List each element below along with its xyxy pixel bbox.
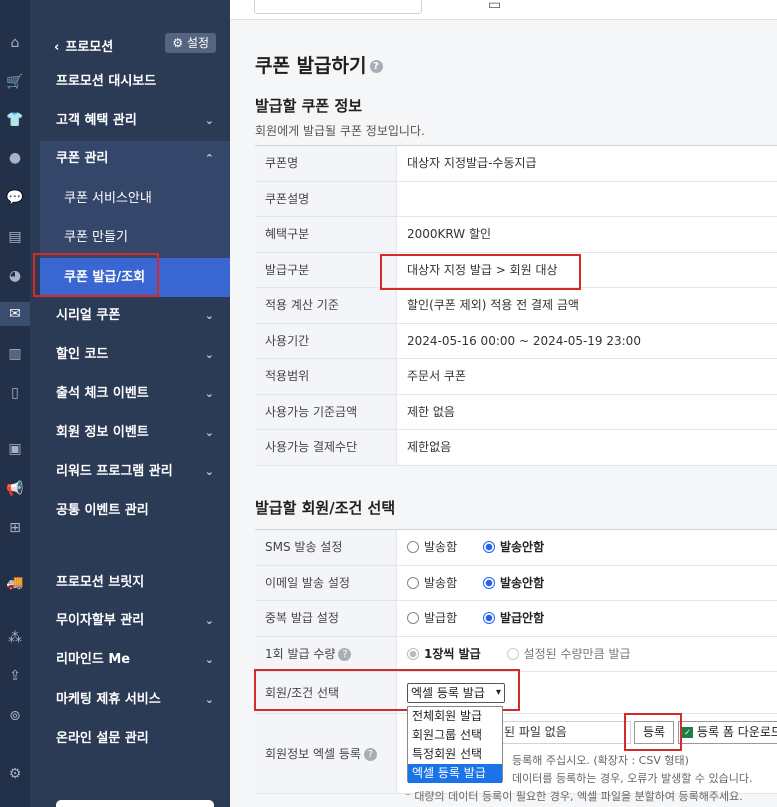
- highlight-register-button: [624, 713, 682, 751]
- help-icon[interactable]: ?: [363, 748, 377, 761]
- help-icon[interactable]: ?: [338, 647, 352, 661]
- sidebar-item-coupon-guide[interactable]: 쿠폰 서비스안내: [40, 181, 230, 217]
- table-row: 사용가능 기준금액 제한 없음: [255, 394, 777, 430]
- sidebar-item-coupon-management[interactable]: 쿠폰 관리 ⌃: [40, 141, 230, 177]
- store-add-icon[interactable]: ⊞: [0, 516, 30, 540]
- promotion-icon[interactable]: ✉: [0, 302, 30, 326]
- chevron-down-icon: ⌄: [204, 426, 214, 439]
- table-row: SMS 발송 설정 발송함 발송안함: [255, 530, 777, 566]
- sidebar-item-marketing-partner[interactable]: 마케팅 제휴 서비스 ⌄: [40, 682, 230, 718]
- book-icon[interactable]: ▯: [0, 381, 30, 405]
- table-row: 사용기간 2024-05-16 00:00 ~ 2024-05-19 23:00: [255, 323, 777, 359]
- table-row: 사용가능 결제수단 제한없음: [255, 430, 777, 466]
- coupon-section-desc: 회원에게 발급될 쿠폰 정보입니다.: [255, 124, 425, 138]
- sidebar-footer-card[interactable]: [56, 800, 214, 807]
- chevron-left-icon: ‹: [54, 40, 60, 55]
- user-icon[interactable]: ●: [0, 146, 30, 170]
- sms-nosend-radio[interactable]: 발송안함: [482, 530, 544, 565]
- excel-note: ⁻ 대량의 데이터 등록이 필요한 경우, 엑셀 파일을 분할하여 등록해주세요…: [405, 790, 743, 803]
- sidebar-item-promotion-bridge[interactable]: 프로모션 브릿지: [40, 565, 230, 601]
- sidebar-item-common-event[interactable]: 공통 이벤트 관리: [40, 493, 230, 529]
- sidebar-item-promotion-dashboard[interactable]: 프로모션 대시보드: [40, 64, 230, 100]
- dup-noissue-radio[interactable]: 발급안함: [482, 601, 544, 636]
- table-row: 이메일 발송 설정 발송함 발송안함: [255, 565, 777, 601]
- megaphone-icon[interactable]: 📢: [0, 477, 30, 501]
- sidebar-item-serial-coupon[interactable]: 시리얼 쿠폰 ⌄: [40, 298, 230, 334]
- chevron-down-icon: ⌄: [204, 465, 214, 478]
- dup-issue-radio[interactable]: 발급함: [407, 601, 457, 636]
- excel-note: 데이터를 등록하는 경우, 오류가 발생할 수 있습니다.: [512, 772, 753, 785]
- highlight-coupon-issue: [33, 253, 159, 297]
- excel-note: 등록해 주십시오. (확장자 : CSV 형태): [512, 754, 689, 767]
- sidebar-item-installment[interactable]: 무이자할부 관리 ⌄: [40, 603, 230, 639]
- email-nosend-radio[interactable]: 발송안함: [482, 566, 544, 601]
- highlight-member-condition: [254, 669, 520, 711]
- table-row: 쿠폰명 대상자 지정발급-수동지급: [255, 146, 777, 182]
- table-row: 쿠폰설명: [255, 181, 777, 217]
- board-icon[interactable]: ▤: [0, 225, 30, 249]
- sidebar-item-reward-program[interactable]: 리워드 프로그램 관리 ⌄: [40, 454, 230, 490]
- sidebar-item-discount-code[interactable]: 할인 코드 ⌄: [40, 337, 230, 373]
- chevron-down-icon: ⌄: [204, 348, 214, 361]
- chevron-down-icon: ⌄: [204, 614, 214, 627]
- sidebar-item-remind-me[interactable]: 리마인드 Me ⌄: [40, 642, 230, 678]
- coupon-info-table: 쿠폰명 대상자 지정발급-수동지급 쿠폰설명 혜택구분 2000KRW 할인 발급구…: [255, 145, 777, 466]
- table-row: 적용 계산 기준 할인(쿠폰 제외) 적용 전 결제 금액: [255, 288, 777, 324]
- sidebar-item-coupon-create[interactable]: 쿠폰 만들기: [40, 220, 230, 256]
- form-download-button[interactable]: ✓ 등록 폼 다운로드: [678, 721, 777, 744]
- apps-icon[interactable]: ⁂: [0, 626, 30, 650]
- nav-header: ‹ 프로모션 ⚙ 설정: [40, 32, 216, 56]
- table-row: 중복 발급 설정 발급함 발급안함: [255, 601, 777, 637]
- sidebar-item-attendance-event[interactable]: 출석 체크 이벤트 ⌄: [40, 376, 230, 412]
- upload-icon[interactable]: ⇪: [0, 664, 30, 688]
- sidebar-nav: ‹ 프로모션 ⚙ 설정 프로모션 대시보드 고객 혜택 관리 ⌄ 쿠폰 관리 ⌃ 쿠폰…: [30, 0, 230, 807]
- gear-icon: ⚙: [172, 36, 184, 50]
- chevron-down-icon: ⌄: [204, 693, 214, 706]
- dropdown-option-specific[interactable]: 특정회원 선택: [408, 745, 502, 764]
- home-icon[interactable]: ⌂: [0, 31, 30, 55]
- gear-icon[interactable]: ⚙: [0, 762, 30, 786]
- icon-rail: ⌂ 🛒 👕 ● 💬 ▤ ◕ ✉ ▥ ▯ ▣ 📢 ⊞ 🚚 ⁂ ⇪ ⊚ ⚙: [0, 0, 30, 807]
- clipboard-icon[interactable]: ▭: [488, 0, 501, 13]
- table-row: 1회 발급 수량? 1장씩 발급 설정된 수량만큼 발급: [255, 636, 777, 672]
- palette-icon[interactable]: ◕: [0, 264, 30, 288]
- chevron-down-icon: ⌄: [204, 387, 214, 400]
- chat-icon[interactable]: 💬: [0, 186, 30, 210]
- nav-settings-button[interactable]: ⚙ 설정: [165, 33, 216, 53]
- bell-icon[interactable]: ▔: [450, 0, 461, 13]
- coupon-section-title: 발급할 쿠폰 정보: [255, 97, 363, 115]
- email-send-radio[interactable]: 발송함: [407, 566, 457, 601]
- table-row: 적용범위 주문서 쿠폰: [255, 359, 777, 395]
- table-row: 혜택구분 2000KRW 할인: [255, 217, 777, 253]
- sidebar-item-customer-benefit[interactable]: 고객 혜택 관리 ⌄: [40, 103, 230, 139]
- stats-icon[interactable]: ▥: [0, 342, 30, 366]
- dropdown-option-excel[interactable]: 엑셀 등록 발급: [408, 764, 502, 783]
- sidebar-item-member-info-event[interactable]: 회원 정보 이벤트 ⌄: [40, 415, 230, 451]
- chevron-down-icon: ⌄: [204, 653, 214, 666]
- link-icon[interactable]: ⊚: [0, 704, 30, 728]
- dropdown-option-group[interactable]: 회원그룹 선택: [408, 726, 502, 745]
- chevron-down-icon: ⌄: [204, 114, 214, 127]
- help-icon[interactable]: ?: [369, 60, 383, 73]
- sms-send-radio[interactable]: 발송함: [407, 530, 457, 565]
- shirt-icon[interactable]: 👕: [0, 108, 30, 132]
- cart-icon[interactable]: 🛒: [0, 70, 30, 94]
- chevron-up-icon: ⌃: [204, 152, 214, 165]
- top-search-input[interactable]: [254, 0, 422, 14]
- nav-back-button[interactable]: ‹ 프로모션: [54, 36, 113, 55]
- qty-set-radio[interactable]: 설정된 수량만큼 발급: [506, 637, 631, 672]
- qty-one-radio[interactable]: 1장씩 발급: [407, 637, 481, 672]
- shop-icon[interactable]: ▣: [0, 437, 30, 461]
- truck-icon[interactable]: 🚚: [0, 571, 30, 595]
- member-section-title: 발급할 회원/조건 선택: [255, 499, 396, 517]
- chevron-down-icon: ⌄: [204, 309, 214, 322]
- dropdown-option-all[interactable]: 전체회원 발급: [408, 707, 502, 726]
- member-condition-dropdown: 전체회원 발급 회원그룹 선택 특정회원 선택 엑셀 등록 발급: [407, 706, 503, 783]
- page-title: 쿠폰 발급하기?: [255, 51, 383, 78]
- highlight-issue-type: [380, 254, 581, 290]
- top-bar: ▔ ▭: [230, 0, 777, 20]
- excel-icon: ✓: [682, 727, 693, 738]
- file-input[interactable]: 된 파일 없음: [493, 721, 631, 744]
- sidebar-item-online-survey[interactable]: 온라인 설문 관리: [40, 721, 230, 757]
